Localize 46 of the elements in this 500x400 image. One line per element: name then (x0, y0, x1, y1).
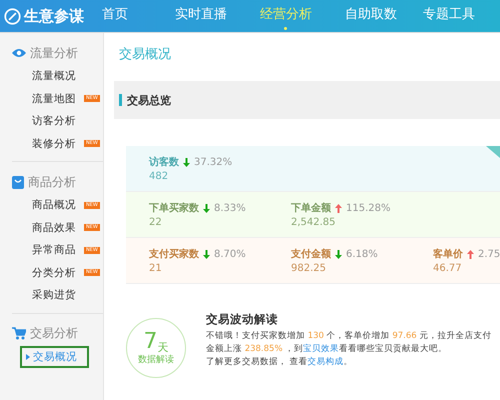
page-title: 交易概况 (118, 46, 172, 64)
stat-value: 46.77 (433, 263, 463, 274)
sidebar-item[interactable]: 流量地图 (32, 92, 76, 106)
stat-label: 访客数 (149, 155, 179, 169)
sidebar-item[interactable]: 异常商品 (32, 243, 76, 258)
group-title: 商品分析 (28, 174, 76, 190)
group-title: 交易分析 (30, 325, 78, 342)
eye-icon (12, 48, 26, 58)
stat-label: 支付买家数 (149, 247, 199, 261)
change-percent: 2.75 (478, 248, 500, 260)
stat-value: 22 (149, 217, 163, 228)
stat-value: 982.25 (291, 263, 327, 274)
sidebar-item[interactable]: 商品概况 (32, 198, 76, 212)
stat-value: 482 (149, 171, 170, 182)
sidebar-item[interactable]: 流量概况 (32, 69, 76, 84)
badge-caption: 数据解读 (138, 354, 174, 366)
logo-icon (4, 8, 21, 24)
corner-triangle-icon (486, 146, 500, 158)
stat-value: 2,542.85 (291, 217, 337, 228)
logo-text: 生意参谋 (24, 6, 84, 26)
text-link[interactable]: 交易构成 (308, 357, 344, 367)
change-percent: 115.28% (346, 202, 390, 214)
sidebar-item[interactable]: 商品效果 (32, 220, 76, 235)
change-percent: 37.32% (194, 156, 232, 168)
sidebar-item[interactable]: 采购进货 (32, 288, 76, 302)
group-title: 流量分析 (30, 44, 78, 62)
days-unit: 天 (158, 342, 168, 352)
stat-label: 下单金额 (291, 201, 331, 215)
insight-title: 交易波动解读 (206, 312, 279, 327)
change-percent: 8.70% (214, 248, 246, 260)
stat-label: 客单价 (433, 247, 463, 261)
stat-label: 下单买家数 (149, 201, 199, 215)
days-number: 7 (144, 330, 158, 352)
change-percent: 8.33% (214, 202, 246, 214)
sidebar-item[interactable]: 装修分析 (32, 136, 76, 151)
text-link[interactable]: 宝贝效果 (303, 344, 340, 354)
change-percent: 6.18% (346, 248, 378, 260)
sidebar-item[interactable]: 访客分析 (32, 114, 76, 128)
section-title: 交易总览 (127, 92, 171, 108)
bag-icon (12, 176, 24, 188)
stat-label: 支付金额 (291, 247, 331, 261)
cart-icon (12, 327, 26, 340)
sidebar-item[interactable]: 分类分析 (32, 266, 76, 280)
insight-text: 了解更多交易数据， 查看交易构成。 (206, 356, 354, 369)
stat-value: 21 (149, 263, 163, 274)
insight-text: 不错哦！支付买家数增加 130 个，客单价增加 97.66 元，拉升全店支付金额上涨 238.85% ，到宝贝效果看看哪些宝贝贡献最大吧。 (206, 330, 492, 356)
